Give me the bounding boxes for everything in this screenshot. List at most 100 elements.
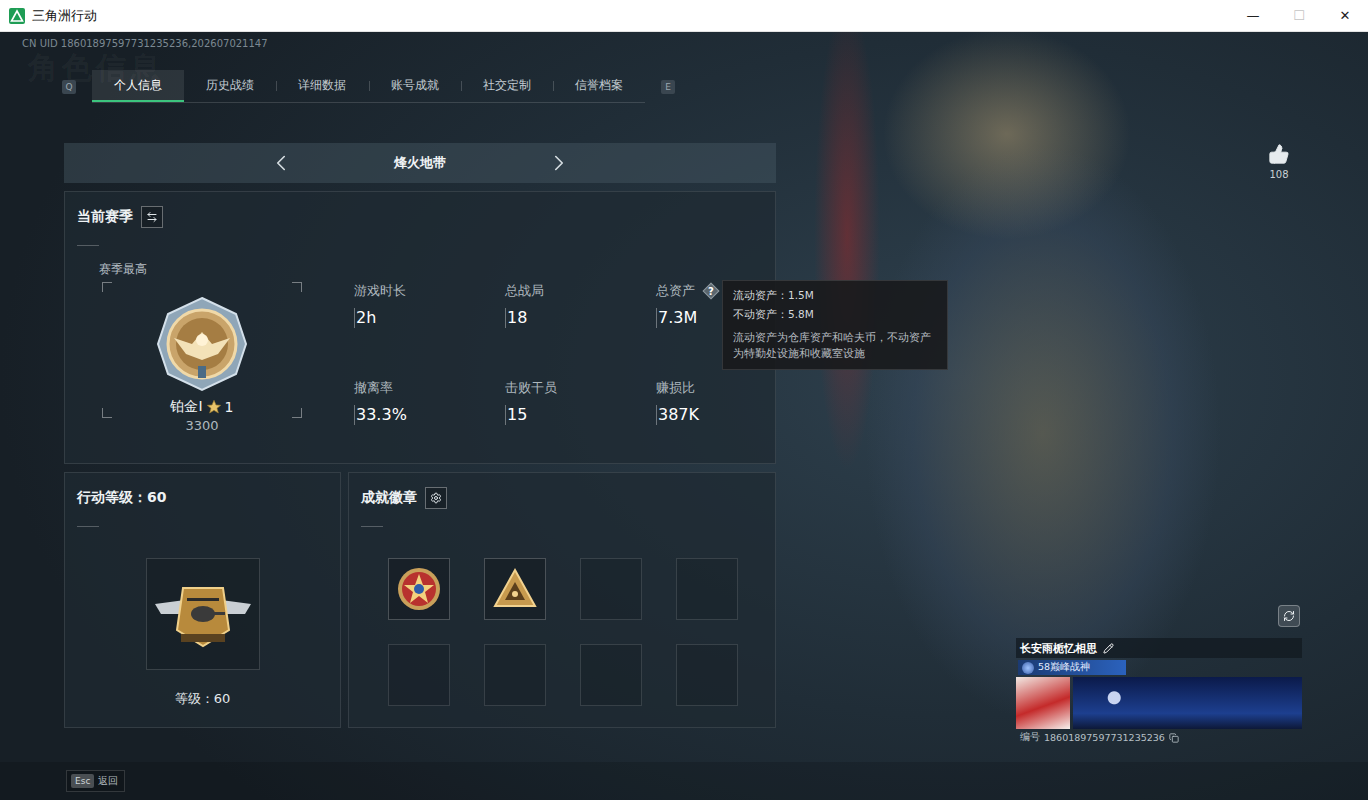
tooltip-note: 流动资产为仓库资产和哈夫币，不动资产为特勤处设施和收藏室设施 (733, 329, 937, 361)
star-achievement-icon (396, 566, 442, 612)
mode-selector: 烽火地带 (64, 143, 776, 183)
best-label: 赛季最高 (99, 261, 302, 278)
assets-tooltip: 流动资产：1.5M不动资产：5.8M 流动资产为仓库资产和哈夫币，不动资产为特勤处… (722, 280, 948, 370)
left-column: 烽火地带当前赛季赛季最高铂金Ⅰ13300游戏时长2h总战局18总资产?7.3M撤… (64, 143, 776, 762)
badge-slot[interactable] (676, 558, 738, 620)
esc-key: Esc (71, 774, 94, 788)
rank-column: 赛季最高铂金Ⅰ1 3300 (87, 246, 302, 433)
tab[interactable]: 社交定制 (461, 70, 553, 102)
divider (361, 526, 383, 527)
frame-corner (292, 282, 302, 292)
tab[interactable]: 账号成就 (369, 70, 461, 102)
stat-value: 18 (505, 308, 656, 328)
gear-icon (430, 492, 442, 504)
bottom-row: 行动等级：60等级：60 成就徽章 (64, 472, 776, 728)
season-body: 赛季最高铂金Ⅰ13300游戏时长2h总战局18总资产?7.3M撤离率33.3%击… (77, 246, 763, 433)
divider (77, 526, 99, 527)
level-badge-frame (146, 558, 260, 670)
panel-title: 行动等级：60 (77, 489, 166, 507)
uid-line: CN UID 18601897597731235236,202607021147 (0, 32, 1368, 52)
panel-header: 成就徽章 (361, 487, 763, 509)
panel-header: 行动等级：60 (77, 487, 328, 509)
window-control-button[interactable]: ✕ (1322, 0, 1368, 31)
right-column: 108 长安雨栀忆相思 58巅峰战神编号18601897597731235236 (776, 143, 1368, 762)
badge-slot[interactable] (580, 644, 642, 706)
badge-slot[interactable] (388, 558, 450, 620)
stat: 游戏时长 2h (354, 282, 505, 328)
like-button[interactable]: 108 (1268, 143, 1290, 180)
help-icon[interactable]: ? (703, 283, 719, 299)
tooltip-line: 流动资产：1.5M (733, 286, 937, 305)
stat: 击败干员 15 (505, 379, 656, 425)
stat: 撤离率 33.3% (354, 379, 505, 425)
panel-title: 当前赛季 (77, 208, 133, 226)
level-panel: 行动等级：60等级：60 (64, 472, 341, 728)
title-emblem-icon (1022, 662, 1034, 674)
badge-slot[interactable] (484, 558, 546, 620)
refresh-icon (1283, 610, 1295, 622)
switch-season-button[interactable] (141, 206, 163, 228)
swap-icon (146, 211, 158, 223)
like-count: 108 (1269, 169, 1288, 180)
badge-settings-button[interactable] (425, 487, 447, 509)
profile-screen: 角色信息CN UID 18601897597731235236,20260702… (0, 32, 1368, 800)
tab-row: Q 个人信息历史战绩详细数据账号成就社交定制信誉档案 E (62, 70, 1368, 103)
window-control-button: ☐ (1276, 0, 1322, 31)
panel-title: 成就徽章 (361, 489, 417, 507)
stat: 赚损比 387K (656, 379, 807, 425)
back-button[interactable]: Esc 返回 (66, 770, 125, 792)
thumbs-up-icon (1268, 143, 1290, 165)
profile-body: 烽火地带当前赛季赛季最高铂金Ⅰ13300游戏时长2h总战局18总资产?7.3M撤… (0, 143, 1368, 762)
platinum-rank-icon (152, 294, 252, 394)
season-panel: 当前赛季赛季最高铂金Ⅰ13300游戏时长2h总战局18总资产?7.3M撤离率33… (64, 191, 776, 464)
tab[interactable]: 历史战绩 (184, 70, 276, 102)
player-name: 长安雨栀忆相思 (1016, 638, 1302, 658)
next-mode-button[interactable] (546, 150, 572, 176)
window-control-button[interactable]: — (1230, 0, 1276, 31)
player-id: 编号18601897597731235236 (1016, 731, 1302, 744)
refresh-button[interactable] (1278, 605, 1300, 627)
badge-slot[interactable] (484, 644, 546, 706)
prev-mode-button[interactable] (268, 150, 294, 176)
stat-value: 2h (354, 308, 505, 328)
panel-header: 当前赛季 (77, 206, 763, 228)
tooltip-line: 不动资产：5.8M (733, 305, 937, 324)
prev-tab-key[interactable]: Q (62, 80, 76, 94)
divider (77, 245, 99, 246)
chevron-right-icon (546, 150, 572, 176)
badge-slot[interactable] (580, 558, 642, 620)
player-title: 58巅峰战神 (1018, 660, 1126, 675)
stat-label: 游戏时长 (354, 282, 505, 300)
edit-icon[interactable] (1103, 643, 1114, 654)
app-logo-icon (9, 8, 25, 24)
back-label: 返回 (98, 774, 118, 788)
game-window: 三角洲行动 —☐✕角色信息CN UID 18601897597731235236,… (0, 0, 1368, 800)
window-title: 三角洲行动 (32, 7, 97, 25)
stat-label: 赚损比 (656, 379, 807, 397)
tab[interactable]: 详细数据 (276, 70, 368, 102)
stat-label: 击败干员 (505, 379, 656, 397)
stat: 总战局 18 (505, 282, 656, 328)
tab[interactable]: 信誉档案 (553, 70, 645, 102)
copy-icon[interactable] (1169, 733, 1179, 743)
badge-slot[interactable] (388, 644, 450, 706)
tab[interactable]: 个人信息 (92, 70, 184, 102)
level-badge-icon (151, 574, 255, 654)
badge-grid (388, 558, 763, 706)
mode-label: 烽火地带 (394, 154, 446, 172)
stat-label: 总战局 (505, 282, 656, 300)
stat-label: 撤离率 (354, 379, 505, 397)
next-tab-key[interactable]: E (661, 80, 675, 94)
rank-score: 3300 (102, 418, 302, 433)
stat-value: 15 (505, 405, 656, 425)
rank-star-icon (206, 399, 222, 415)
rank-name: 铂金Ⅰ1 (170, 398, 233, 416)
stat-value: 33.3% (354, 405, 505, 425)
badge-slot[interactable] (676, 644, 738, 706)
tab-bar: 个人信息历史战绩详细数据账号成就社交定制信誉档案 (92, 70, 645, 103)
player-images (1016, 677, 1302, 729)
stat-value: 387K (656, 405, 807, 425)
footer-bar: Esc 返回 (0, 762, 1368, 800)
triangle-achievement-icon (492, 566, 538, 612)
title-bar: 三角洲行动 —☐✕ (0, 0, 1368, 32)
